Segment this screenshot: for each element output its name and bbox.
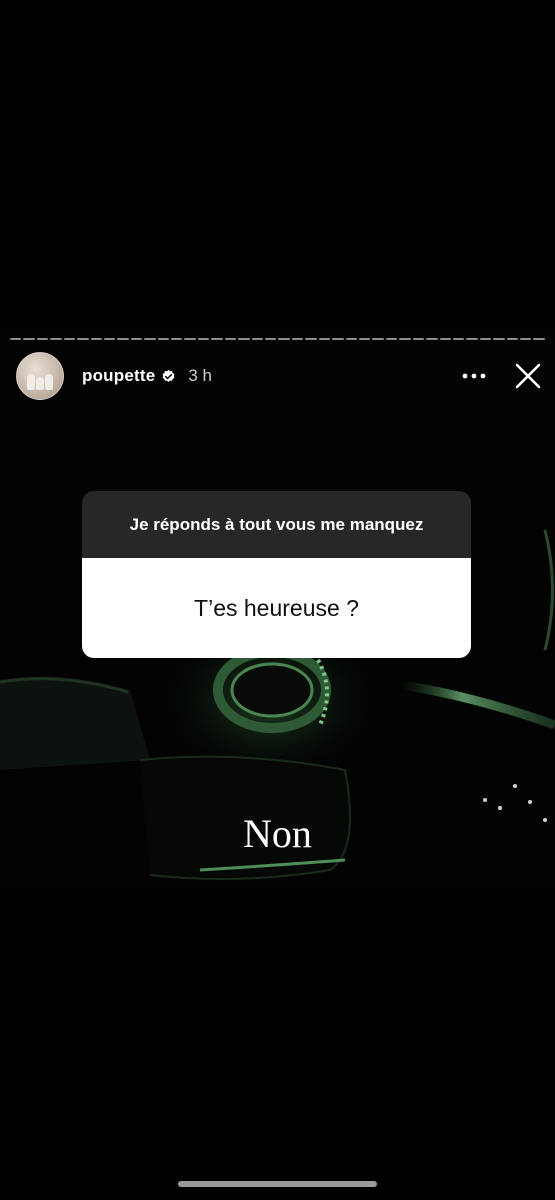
progress-segment <box>358 338 371 340</box>
close-icon <box>515 363 541 389</box>
progress-segment <box>533 338 545 340</box>
progress-segment <box>63 338 76 340</box>
story-progress-bar <box>10 338 545 341</box>
progress-segment <box>184 338 196 340</box>
progress-segment <box>265 338 277 340</box>
progress-segment <box>90 338 102 340</box>
progress-segment <box>506 338 519 340</box>
progress-segment <box>278 338 290 340</box>
question-sticker: Je réponds à tout vous me manquez T’es h… <box>82 491 471 658</box>
progress-segment <box>479 338 492 340</box>
progress-segment <box>466 338 478 340</box>
progress-segment <box>318 338 331 340</box>
more-options-button[interactable] <box>456 358 492 394</box>
progress-segment <box>224 338 237 340</box>
verified-badge-icon <box>161 369 176 384</box>
progress-segment <box>130 338 143 340</box>
progress-segment <box>157 338 170 340</box>
progress-segment <box>426 338 438 340</box>
question-sticker-question: T’es heureuse ? <box>82 558 471 658</box>
username[interactable]: poupette <box>82 366 155 386</box>
progress-segment <box>10 338 22 340</box>
progress-segment <box>372 338 384 340</box>
progress-segment <box>305 338 317 340</box>
question-sticker-prompt: Je réponds à tout vous me manquez <box>82 491 471 558</box>
progress-segment <box>291 338 304 340</box>
close-button[interactable] <box>510 358 546 394</box>
progress-segment <box>399 338 411 340</box>
story-timestamp: 3 h <box>188 366 213 385</box>
avatar[interactable] <box>16 352 64 400</box>
progress-segment <box>197 338 210 340</box>
progress-segment <box>345 338 357 340</box>
progress-segment <box>117 338 129 340</box>
progress-segment <box>452 338 465 340</box>
more-horizontal-icon <box>462 373 486 379</box>
progress-segment <box>211 338 223 340</box>
progress-segment <box>439 338 451 340</box>
progress-segment <box>50 338 62 340</box>
progress-segment <box>493 338 505 340</box>
progress-segment <box>103 338 116 340</box>
progress-segment <box>36 338 49 340</box>
progress-segment <box>144 338 156 340</box>
progress-segment <box>77 338 89 340</box>
home-indicator[interactable] <box>178 1181 377 1187</box>
reply-text: Non <box>243 811 312 856</box>
progress-segment <box>238 338 250 340</box>
progress-segment <box>520 338 532 340</box>
progress-segment <box>412 338 425 340</box>
progress-segment <box>385 338 398 340</box>
progress-segment <box>23 338 35 340</box>
story-header: poupette 3 h <box>16 352 546 400</box>
progress-segment <box>332 338 344 340</box>
progress-segment <box>251 338 264 340</box>
progress-segment <box>171 338 183 340</box>
